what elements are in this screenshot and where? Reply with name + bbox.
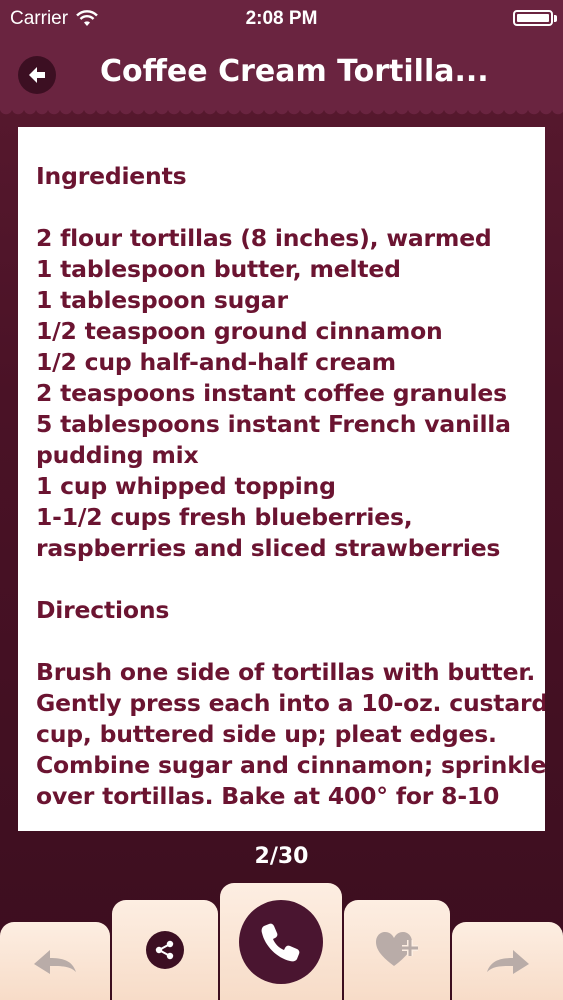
navigation-bar: Coffee Cream Tortilla... [0,38,563,120]
call-button[interactable] [220,883,342,1000]
status-bar: Carrier 2:08 PM [0,0,563,38]
page-counter: 2/30 [254,844,309,869]
bottom-toolbar [0,880,563,1000]
share-icon [146,931,184,969]
ingredient-line: raspberries and sliced strawberries [36,534,501,562]
direction-line: Combine sugar and cinnamon; sprinkle [36,751,545,779]
recipe-text: Ingredients 2 flour tortillas (8 inches)… [18,127,545,812]
back-arrow-icon [29,67,45,83]
forward-arrow-icon [486,950,529,974]
direction-line: cup, buttered side up; pleat edges. [36,720,497,748]
recipe-card: Ingredients 2 flour tortillas (8 inches)… [18,127,545,831]
ingredient-line: 1/2 teaspoon ground cinnamon [36,317,443,345]
directions-heading: Directions [36,596,170,624]
ingredient-line: 1-1/2 cups fresh blueberries, [36,503,413,531]
next-button[interactable] [452,922,563,1000]
scalloped-edge [0,108,563,120]
add-favorite-button[interactable] [344,900,450,1000]
ingredient-line: 5 tablespoons instant French vanilla [36,410,511,438]
page-title: Coffee Cream Tortilla... [100,54,489,89]
status-time: 2:08 PM [245,8,318,29]
heart-plus-icon [376,932,418,966]
ingredients-heading: Ingredients [36,162,187,190]
ingredient-line: 1 tablespoon sugar [36,286,288,314]
ingredient-line: 2 flour tortillas (8 inches), warmed [36,224,492,252]
back-arrow-icon [34,950,76,974]
ingredient-line: 1 tablespoon butter, melted [36,255,401,283]
back-button[interactable] [18,56,56,94]
share-button[interactable] [112,900,218,1000]
direction-line: Gently press each into a 10-oz. custard [36,689,545,717]
direction-line: over tortillas. Bake at 400° for 8-10 [36,782,500,810]
phone-icon [239,899,323,984]
direction-line: Brush one side of tortillas with butter. [36,658,536,686]
ingredient-line: pudding mix [36,441,199,469]
ingredient-line: 2 teaspoons instant coffee granules [36,379,507,407]
battery-icon [513,10,557,26]
ingredient-line: 1/2 cup half-and-half cream [36,348,396,376]
ingredient-line: 1 cup whipped topping [36,472,336,500]
previous-button[interactable] [0,922,110,1000]
